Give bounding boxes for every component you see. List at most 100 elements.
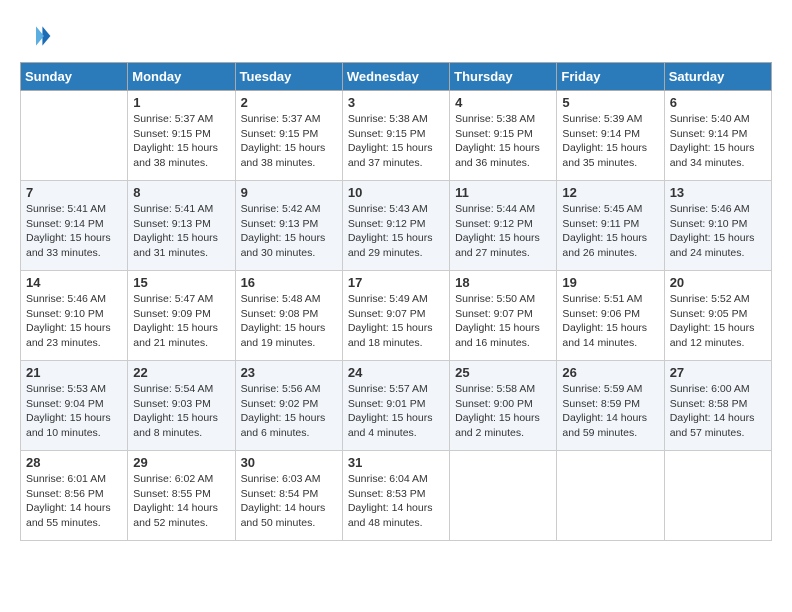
calendar-cell: 31Sunrise: 6:04 AM Sunset: 8:53 PM Dayli… (342, 451, 449, 541)
day-number: 10 (348, 185, 444, 200)
day-number: 29 (133, 455, 229, 470)
day-number: 16 (241, 275, 337, 290)
day-number: 3 (348, 95, 444, 110)
day-info: Sunrise: 5:57 AM Sunset: 9:01 PM Dayligh… (348, 382, 444, 441)
day-info: Sunrise: 5:41 AM Sunset: 9:14 PM Dayligh… (26, 202, 122, 261)
day-number: 30 (241, 455, 337, 470)
calendar-cell: 9 Sunrise: 5:42 AM Sunset: 9:13 PM Daylig… (235, 181, 342, 271)
day-number: 13 (670, 185, 766, 200)
day-number: 17 (348, 275, 444, 290)
day-info: Sunrise: 5:38 AM Sunset: 9:15 PM Dayligh… (348, 112, 444, 171)
logo-icon (20, 20, 52, 52)
day-number: 25 (455, 365, 551, 380)
day-number: 7 (26, 185, 122, 200)
day-info: Sunrise: 5:58 AM Sunset: 9:00 PM Dayligh… (455, 382, 551, 441)
logo (20, 20, 56, 52)
day-number: 8 (133, 185, 229, 200)
day-number: 6 (670, 95, 766, 110)
day-number: 19 (562, 275, 658, 290)
day-number: 22 (133, 365, 229, 380)
calendar-cell: 28 Sunrise: 6:01 AM Sunset: 8:56 PM Dayli… (21, 451, 128, 541)
calendar-cell: 10 Sunrise: 5:43 AM Sunset: 9:12 PM Dayli… (342, 181, 449, 271)
day-number: 26 (562, 365, 658, 380)
day-number: 9 (241, 185, 337, 200)
day-info: Sunrise: 5:56 AM Sunset: 9:02 PM Dayligh… (241, 382, 337, 441)
calendar-cell: 23 Sunrise: 5:56 AM Sunset: 9:02 PM Dayli… (235, 361, 342, 451)
day-info: Sunrise: 6:00 AM Sunset: 8:58 PM Dayligh… (670, 382, 766, 441)
calendar-week-row: 28 Sunrise: 6:01 AM Sunset: 8:56 PM Dayli… (21, 451, 772, 541)
calendar-body: 1Sunrise: 5:37 AM Sunset: 9:15 PM Daylig… (21, 91, 772, 541)
day-info: Sunrise: 5:48 AM Sunset: 9:08 PM Dayligh… (241, 292, 337, 351)
day-info: Sunrise: 5:43 AM Sunset: 9:12 PM Dayligh… (348, 202, 444, 261)
calendar-cell: 25 Sunrise: 5:58 AM Sunset: 9:00 PM Dayli… (450, 361, 557, 451)
calendar-cell: 27Sunrise: 6:00 AM Sunset: 8:58 PM Dayli… (664, 361, 771, 451)
day-info: Sunrise: 5:47 AM Sunset: 9:09 PM Dayligh… (133, 292, 229, 351)
day-info: Sunrise: 6:02 AM Sunset: 8:55 PM Dayligh… (133, 472, 229, 531)
calendar-week-row: 1Sunrise: 5:37 AM Sunset: 9:15 PM Daylig… (21, 91, 772, 181)
day-info: Sunrise: 5:50 AM Sunset: 9:07 PM Dayligh… (455, 292, 551, 351)
calendar-cell (557, 451, 664, 541)
day-number: 18 (455, 275, 551, 290)
day-info: Sunrise: 5:38 AM Sunset: 9:15 PM Dayligh… (455, 112, 551, 171)
calendar-cell: 13 Sunrise: 5:46 AM Sunset: 9:10 PM Dayli… (664, 181, 771, 271)
day-number: 28 (26, 455, 122, 470)
calendar-week-row: 21Sunrise: 5:53 AM Sunset: 9:04 PM Dayli… (21, 361, 772, 451)
calendar-cell (450, 451, 557, 541)
weekday-header-cell: Monday (128, 63, 235, 91)
page-header (20, 20, 772, 52)
day-info: Sunrise: 6:04 AM Sunset: 8:53 PM Dayligh… (348, 472, 444, 531)
day-info: Sunrise: 5:41 AM Sunset: 9:13 PM Dayligh… (133, 202, 229, 261)
weekday-header-cell: Friday (557, 63, 664, 91)
weekday-header-cell: Tuesday (235, 63, 342, 91)
day-info: Sunrise: 5:39 AM Sunset: 9:14 PM Dayligh… (562, 112, 658, 171)
calendar-cell: 7 Sunrise: 5:41 AM Sunset: 9:14 PM Daylig… (21, 181, 128, 271)
day-number: 20 (670, 275, 766, 290)
calendar-cell: 18 Sunrise: 5:50 AM Sunset: 9:07 PM Dayli… (450, 271, 557, 361)
calendar-cell (21, 91, 128, 181)
calendar-cell: 14 Sunrise: 5:46 AM Sunset: 9:10 PM Dayli… (21, 271, 128, 361)
day-info: Sunrise: 5:52 AM Sunset: 9:05 PM Dayligh… (670, 292, 766, 351)
day-number: 15 (133, 275, 229, 290)
day-info: Sunrise: 5:51 AM Sunset: 9:06 PM Dayligh… (562, 292, 658, 351)
day-number: 11 (455, 185, 551, 200)
calendar-cell: 19 Sunrise: 5:51 AM Sunset: 9:06 PM Dayli… (557, 271, 664, 361)
day-info: Sunrise: 5:54 AM Sunset: 9:03 PM Dayligh… (133, 382, 229, 441)
calendar-cell: 20 Sunrise: 5:52 AM Sunset: 9:05 PM Dayli… (664, 271, 771, 361)
calendar-cell: 21Sunrise: 5:53 AM Sunset: 9:04 PM Dayli… (21, 361, 128, 451)
day-number: 24 (348, 365, 444, 380)
calendar-cell: 17 Sunrise: 5:49 AM Sunset: 9:07 PM Dayli… (342, 271, 449, 361)
weekday-header-cell: Saturday (664, 63, 771, 91)
weekday-header-row: SundayMondayTuesdayWednesdayThursdayFrid… (21, 63, 772, 91)
calendar-cell: 11Sunrise: 5:44 AM Sunset: 9:12 PM Dayli… (450, 181, 557, 271)
weekday-header-cell: Thursday (450, 63, 557, 91)
day-info: Sunrise: 5:59 AM Sunset: 8:59 PM Dayligh… (562, 382, 658, 441)
day-number: 4 (455, 95, 551, 110)
weekday-header-cell: Sunday (21, 63, 128, 91)
day-number: 12 (562, 185, 658, 200)
weekday-header-cell: Wednesday (342, 63, 449, 91)
day-info: Sunrise: 5:49 AM Sunset: 9:07 PM Dayligh… (348, 292, 444, 351)
calendar-cell: 12Sunrise: 5:45 AM Sunset: 9:11 PM Dayli… (557, 181, 664, 271)
calendar-cell: 1Sunrise: 5:37 AM Sunset: 9:15 PM Daylig… (128, 91, 235, 181)
day-info: Sunrise: 6:03 AM Sunset: 8:54 PM Dayligh… (241, 472, 337, 531)
day-number: 23 (241, 365, 337, 380)
calendar-cell: 2Sunrise: 5:37 AM Sunset: 9:15 PM Daylig… (235, 91, 342, 181)
day-number: 21 (26, 365, 122, 380)
calendar-cell: 26 Sunrise: 5:59 AM Sunset: 8:59 PM Dayli… (557, 361, 664, 451)
calendar-cell: 3 Sunrise: 5:38 AM Sunset: 9:15 PM Daylig… (342, 91, 449, 181)
calendar-cell: 4 Sunrise: 5:38 AM Sunset: 9:15 PM Daylig… (450, 91, 557, 181)
day-info: Sunrise: 5:46 AM Sunset: 9:10 PM Dayligh… (26, 292, 122, 351)
calendar-week-row: 7 Sunrise: 5:41 AM Sunset: 9:14 PM Daylig… (21, 181, 772, 271)
calendar-cell: 24 Sunrise: 5:57 AM Sunset: 9:01 PM Dayli… (342, 361, 449, 451)
calendar-cell: 16 Sunrise: 5:48 AM Sunset: 9:08 PM Dayli… (235, 271, 342, 361)
calendar-cell: 6Sunrise: 5:40 AM Sunset: 9:14 PM Daylig… (664, 91, 771, 181)
day-number: 14 (26, 275, 122, 290)
calendar-table: SundayMondayTuesdayWednesdayThursdayFrid… (20, 62, 772, 541)
calendar-cell (664, 451, 771, 541)
calendar-cell: 5 Sunrise: 5:39 AM Sunset: 9:14 PM Daylig… (557, 91, 664, 181)
calendar-cell: 30 Sunrise: 6:03 AM Sunset: 8:54 PM Dayli… (235, 451, 342, 541)
day-info: Sunrise: 5:46 AM Sunset: 9:10 PM Dayligh… (670, 202, 766, 261)
day-info: Sunrise: 6:01 AM Sunset: 8:56 PM Dayligh… (26, 472, 122, 531)
day-info: Sunrise: 5:42 AM Sunset: 9:13 PM Dayligh… (241, 202, 337, 261)
day-number: 5 (562, 95, 658, 110)
